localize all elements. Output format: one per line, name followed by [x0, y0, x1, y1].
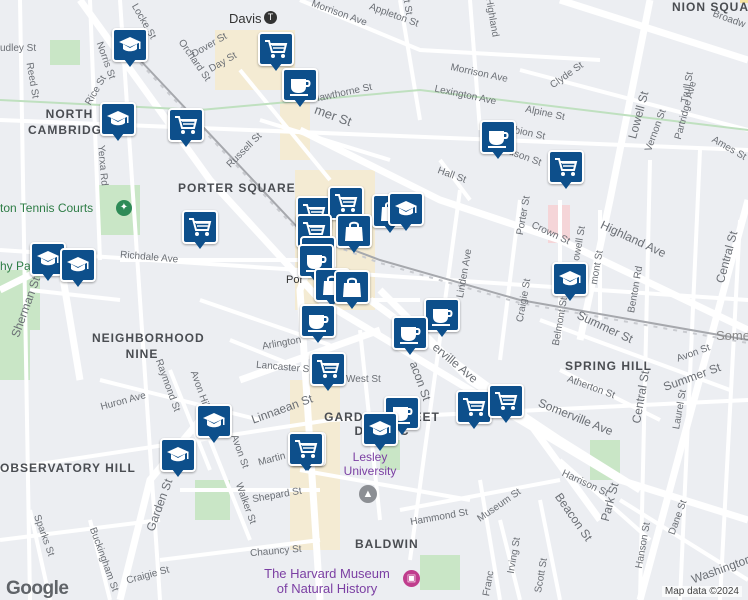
school-pin[interactable] — [100, 102, 136, 144]
cafe-pin[interactable] — [282, 68, 318, 110]
grocery-pin[interactable] — [182, 210, 218, 252]
baldwin-label: BALDWIN — [355, 537, 419, 551]
school-pin[interactable] — [196, 404, 232, 446]
observatory-hill-label: OBSERVATORY HILL — [0, 461, 136, 475]
graduation-cap-icon — [37, 251, 59, 266]
grocery-pin[interactable] — [548, 150, 584, 192]
graduation-cap-icon — [167, 447, 189, 462]
shopping-pin[interactable] — [334, 270, 370, 312]
cafe-pin[interactable] — [424, 298, 460, 340]
school-pin[interactable] — [388, 192, 424, 234]
shopping-cart-icon — [495, 392, 518, 410]
grocery-pin[interactable] — [168, 108, 204, 150]
shopping-cart-icon — [295, 440, 318, 458]
tennis-courts-label: ton Tennis Courts — [0, 201, 94, 215]
shopping-bag-icon — [345, 221, 363, 241]
union-square-label: NION SQUARE — [672, 0, 748, 14]
google-logo: Google — [6, 578, 69, 599]
school-pin[interactable] — [362, 412, 398, 454]
school-pin[interactable] — [160, 438, 196, 480]
transit-icon[interactable]: T — [264, 11, 277, 24]
tennis-icon[interactable]: ✦ — [116, 200, 132, 216]
lesley-icon[interactable]: ▲ — [359, 485, 377, 503]
davis-label: Davis — [229, 11, 262, 26]
map-data-attribution[interactable]: Map data ©2024 — [661, 586, 742, 597]
street-label: udley St — [0, 43, 37, 54]
museum-label: The Harvard Museum of Natural History — [264, 566, 390, 596]
grocery-pin[interactable] — [288, 432, 324, 474]
school-pin[interactable] — [552, 262, 588, 304]
shopping-cart-icon — [265, 40, 288, 58]
grocery-pin[interactable] — [456, 390, 492, 432]
shopping-cart-icon — [335, 194, 358, 212]
graduation-cap-icon — [203, 413, 225, 428]
neighborhood-nine-label: NEIGHBORHOOD NINE — [92, 331, 205, 361]
graduation-cap-icon — [395, 201, 417, 216]
shopping-cart-icon — [189, 218, 212, 236]
street-label: West St — [346, 374, 381, 385]
shopping-cart-icon — [317, 360, 340, 378]
coffee-cup-icon — [400, 327, 421, 344]
graduation-cap-icon — [119, 37, 141, 52]
coffee-cup-icon — [308, 315, 329, 332]
cafe-pin[interactable] — [392, 316, 428, 358]
graduation-cap-icon — [67, 257, 89, 272]
shopping-cart-icon — [463, 398, 486, 416]
some-label: Some — [716, 328, 748, 343]
cafe-pin[interactable] — [300, 304, 336, 346]
shopping-cart-icon — [175, 116, 198, 134]
porter-square-label: PORTER SQUARE — [178, 181, 296, 195]
lesley-label: Lesley University — [343, 450, 397, 478]
grocery-pin[interactable] — [310, 352, 346, 394]
grocery-pin[interactable] — [488, 384, 524, 426]
coffee-cup-icon — [432, 309, 453, 326]
cafe-pin[interactable] — [480, 120, 516, 162]
graduation-cap-icon — [369, 421, 391, 436]
graduation-cap-icon — [107, 111, 129, 126]
school-pin[interactable] — [112, 28, 148, 70]
coffee-cup-icon — [290, 79, 311, 96]
coffee-cup-icon — [488, 131, 509, 148]
shopping-bag-icon — [343, 277, 361, 297]
museum-icon[interactable]: ▣ — [403, 570, 420, 587]
shopping-pin[interactable] — [336, 214, 372, 256]
graduation-cap-icon — [559, 271, 581, 286]
shopping-cart-icon — [555, 158, 578, 176]
school-pin[interactable] — [60, 248, 96, 290]
